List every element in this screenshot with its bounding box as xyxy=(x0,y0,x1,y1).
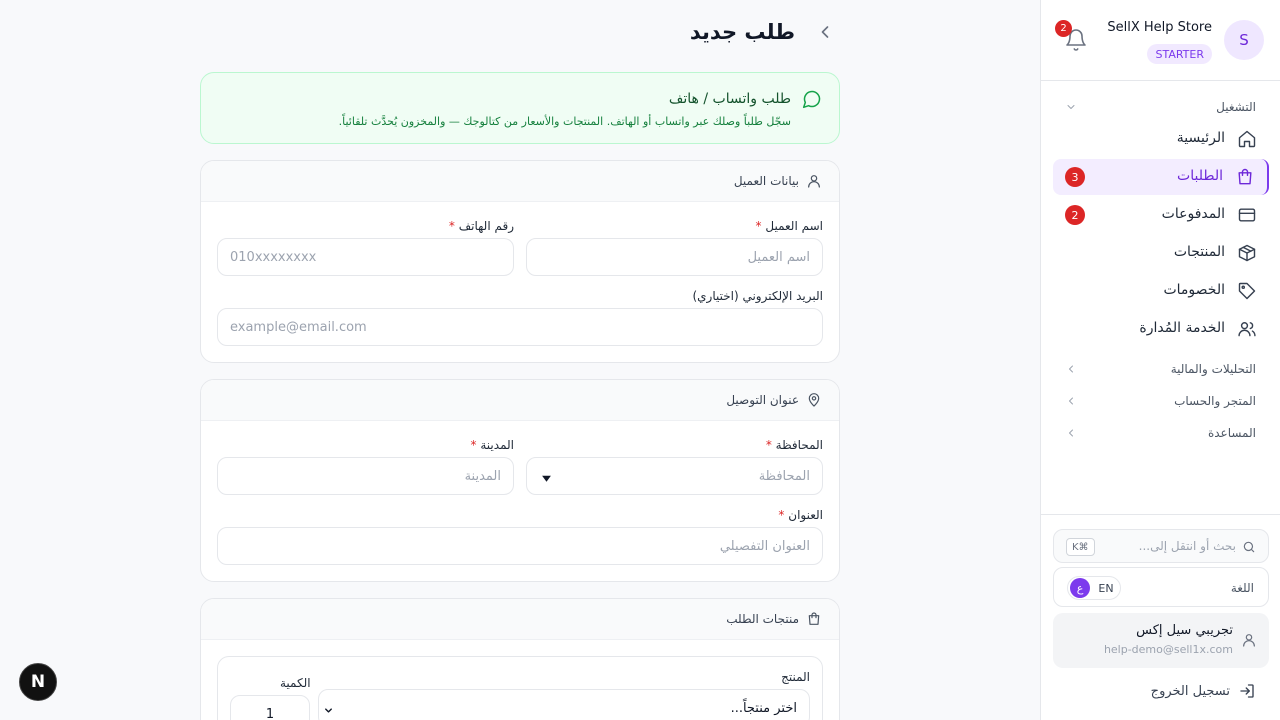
lang-en-option[interactable]: EN xyxy=(1096,578,1116,598)
customer-data-card: بيانات العميل اسم العميل * رقم الهاتف * … xyxy=(200,160,840,363)
sidebar-item-label: الطلبات xyxy=(1177,168,1223,184)
box-icon xyxy=(1238,244,1256,262)
user-icon xyxy=(808,175,820,188)
language-switcher: اللغة ع EN xyxy=(1053,567,1269,607)
plan-badge: STARTER xyxy=(1147,44,1212,64)
language-toggle: ع EN xyxy=(1067,576,1121,600)
home-icon xyxy=(1238,130,1256,148)
whatsapp-card-title: طلب واتساب / هاتف xyxy=(668,91,791,107)
section-analytics[interactable]: التحليلات والمالية xyxy=(1065,359,1256,379)
message-circle-icon xyxy=(802,90,821,109)
user-card[interactable]: تجريبي سيل إكس help-demo@sell1x.com xyxy=(1053,613,1269,668)
section-operations-label: التشغيل xyxy=(1216,100,1256,114)
nextjs-dev-button[interactable]: N xyxy=(19,663,57,701)
page-title: طلب جديد xyxy=(689,20,795,44)
governorate-label: المحافظة * xyxy=(765,438,823,452)
section-analytics-label: التحليلات والمالية xyxy=(1170,362,1256,376)
products-card-header: منتجات الطلب xyxy=(201,599,839,640)
customer-name-label: اسم العميل * xyxy=(755,219,823,233)
orders-count-badge: 3 xyxy=(1065,167,1085,187)
sidebar-item-managed-service[interactable]: الخدمة المُدارة xyxy=(1053,311,1269,347)
city-label: المدينة * xyxy=(470,438,514,452)
whatsapp-card-description: سجّل طلباً وصلك عبر واتساب أو الهاتف. ال… xyxy=(338,115,791,128)
delivery-address-card: عنوان التوصيل المحافظة * المحافظة المدين… xyxy=(200,379,840,582)
chevron-down-icon xyxy=(325,708,332,713)
city-input[interactable] xyxy=(217,457,514,495)
command-search[interactable]: بحث أو انتقل إلى... K⌘ xyxy=(1053,529,1269,563)
search-shortcut: K⌘ xyxy=(1066,538,1095,556)
product-line-item: المنتج اختر منتجاً... الكمية xyxy=(217,656,823,720)
payments-count-badge: 2 xyxy=(1065,205,1085,225)
customer-card-header: بيانات العميل xyxy=(201,161,839,202)
sidebar-item-discounts[interactable]: الخصومات xyxy=(1053,273,1269,309)
sidebar-item-orders[interactable]: الطلبات 3 xyxy=(1053,159,1269,195)
user-name: تجريبي سيل إكس xyxy=(1136,623,1233,638)
quantity-input[interactable] xyxy=(230,695,310,720)
store-header: S SellX Help Store STARTER 2 xyxy=(1041,0,1280,81)
address-card-header: عنوان التوصيل xyxy=(201,380,839,421)
chevron-left-icon xyxy=(1069,397,1073,405)
email-label: البريد الإلكتروني (اختياري) xyxy=(692,289,823,303)
logout-label: تسجيل الخروج xyxy=(1150,683,1230,699)
governorate-select-value: المحافظة xyxy=(758,469,810,484)
nextjs-logo-letter: N xyxy=(30,672,46,692)
phone-input[interactable] xyxy=(217,238,514,276)
sidebar-footer: بحث أو انتقل إلى... K⌘ اللغة ع EN تجريبي… xyxy=(1041,514,1280,720)
whatsapp-info-card: طلب واتساب / هاتف سجّل طلباً وصلك عبر وا… xyxy=(200,72,840,144)
governorate-select[interactable]: المحافظة xyxy=(526,457,823,495)
sidebar-item-label: المنتجات xyxy=(1173,244,1225,260)
sidebar: S SellX Help Store STARTER 2 التشغيل الر… xyxy=(1040,0,1280,720)
chevron-left-icon xyxy=(1069,365,1073,373)
customer-name-input[interactable] xyxy=(526,238,823,276)
lang-ar-option[interactable]: ع xyxy=(1070,578,1090,598)
address-input[interactable] xyxy=(217,527,823,565)
customer-section-title: بيانات العميل xyxy=(733,174,799,188)
products-section-title: منتجات الطلب xyxy=(726,612,799,626)
section-operations[interactable]: التشغيل xyxy=(1065,97,1256,117)
sidebar-item-products[interactable]: المنتجات xyxy=(1053,235,1269,271)
store-name: SellX Help Store xyxy=(1107,20,1212,35)
product-select-value: اختر منتجاً... xyxy=(730,701,797,716)
sidebar-item-payments[interactable]: المدفوعات 2 xyxy=(1053,197,1269,233)
logout-icon xyxy=(1240,684,1254,698)
search-icon xyxy=(1243,541,1255,553)
tag-icon xyxy=(1238,282,1256,300)
order-products-card: منتجات الطلب المنتج اختر منتجاً... الكمي… xyxy=(200,598,840,720)
sidebar-item-label: الخدمة المُدارة xyxy=(1139,320,1225,336)
sidebar-item-home[interactable]: الرئيسية xyxy=(1053,121,1269,157)
chevron-down-icon xyxy=(1067,105,1075,109)
language-label: اللغة xyxy=(1230,581,1254,595)
search-placeholder: بحث أو انتقل إلى... xyxy=(1138,539,1236,553)
user-email: help-demo@sell1x.com xyxy=(1103,643,1233,656)
sidebar-item-label: الخصومات xyxy=(1163,282,1225,298)
user-icon xyxy=(1243,634,1255,647)
sidebar-item-label: المدفوعات xyxy=(1161,206,1225,222)
map-pin-icon xyxy=(808,393,820,407)
logout-button[interactable]: تسجيل الخروج xyxy=(1151,681,1256,701)
quantity-label: الكمية xyxy=(280,676,311,690)
back-button[interactable] xyxy=(815,22,835,42)
section-store-account-label: المتجر والحساب xyxy=(1174,394,1256,408)
notifications-badge: 2 xyxy=(1055,20,1072,37)
product-label: المنتج xyxy=(781,670,810,684)
address-label: العنوان * xyxy=(778,508,823,522)
address-section-title: عنوان التوصيل xyxy=(726,393,799,407)
section-store-account[interactable]: المتجر والحساب xyxy=(1065,391,1256,411)
users-icon xyxy=(1238,322,1256,337)
credit-card-icon xyxy=(1238,208,1256,222)
product-select[interactable]: اختر منتجاً... xyxy=(318,689,810,720)
caret-down-icon xyxy=(542,475,551,482)
email-input[interactable] xyxy=(217,308,823,346)
store-avatar[interactable]: S xyxy=(1224,20,1264,60)
chevron-left-icon xyxy=(1069,429,1073,437)
section-help[interactable]: المساعدة xyxy=(1065,423,1256,443)
phone-label: رقم الهاتف * xyxy=(448,219,514,233)
shopping-bag-icon xyxy=(1238,168,1252,185)
chevron-left-icon xyxy=(821,26,829,38)
sidebar-item-label: الرئيسية xyxy=(1176,130,1225,146)
shopping-bag-icon xyxy=(808,612,820,625)
section-help-label: المساعدة xyxy=(1207,426,1256,440)
